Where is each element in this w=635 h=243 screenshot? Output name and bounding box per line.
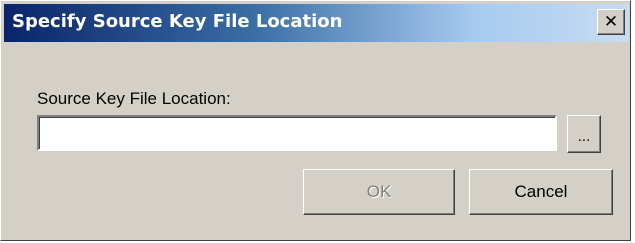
close-button[interactable]: ✕ [597,9,625,35]
cancel-button[interactable]: Cancel [469,169,613,215]
close-icon: ✕ [603,11,619,32]
window-title: Specify Source Key File Location [12,11,343,32]
source-key-file-location-input[interactable] [37,115,557,151]
source-key-file-location-label: Source Key File Location: [37,89,231,108]
browse-button[interactable]: ... [567,115,601,153]
cancel-button-label: Cancel [514,182,568,201]
dialog-window: Specify Source Key File Location ✕ Sourc… [0,0,631,241]
browse-button-label: ... [577,127,591,145]
ok-button[interactable]: OK [303,169,455,215]
title-bar[interactable]: Specify Source Key File Location ✕ [4,4,629,42]
ok-button-label: OK [366,182,392,201]
